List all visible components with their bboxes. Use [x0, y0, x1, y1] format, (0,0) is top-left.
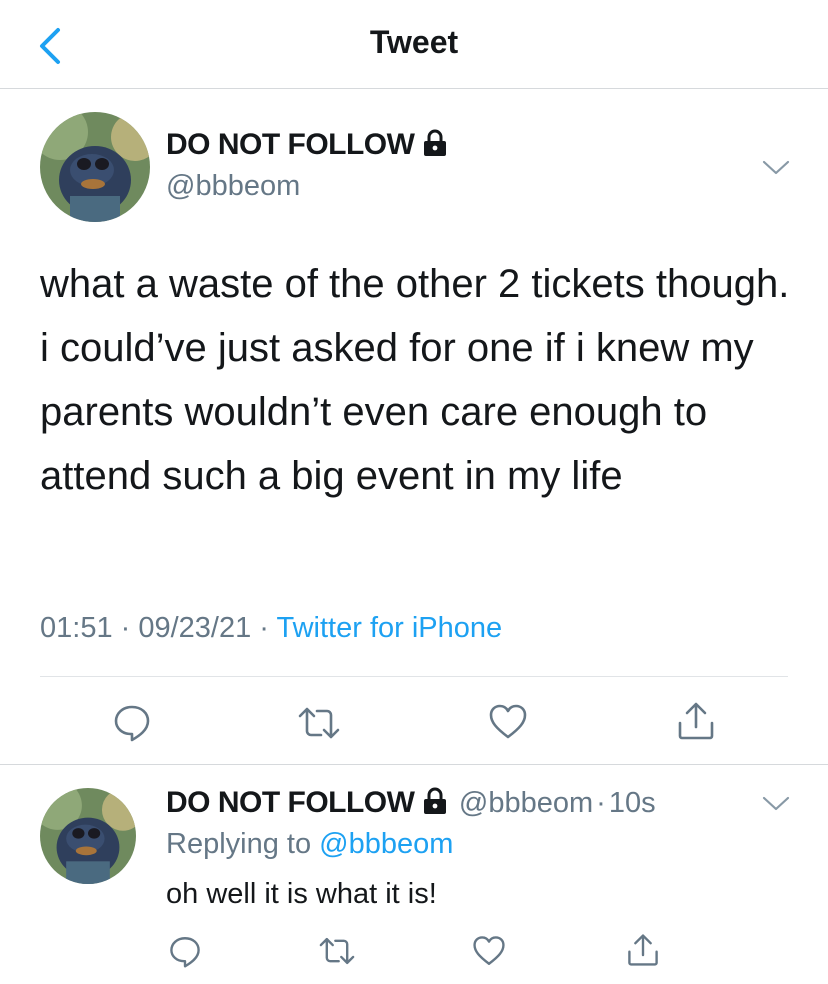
user-handle[interactable]: @bbbeom: [166, 170, 300, 203]
share-icon[interactable]: [676, 700, 716, 742]
tweet-time: 10s: [608, 787, 656, 819]
chevron-down-icon[interactable]: [762, 160, 790, 176]
page-title: Tweet: [369, 24, 459, 60]
retweet-icon[interactable]: [318, 934, 356, 968]
tweet-source-link[interactable]: Twitter for iPhone: [277, 612, 503, 644]
share-icon[interactable]: [626, 932, 660, 968]
tweet-time: 01:51: [40, 612, 113, 644]
reply-icon[interactable]: [168, 934, 202, 968]
retweet-icon[interactable]: [297, 703, 341, 743]
reply-header: DO NOT FOLLOW @bbbeom · 10s: [166, 786, 656, 819]
tweet-text: what a waste of the other 2 tickets thou…: [40, 262, 790, 498]
display-name[interactable]: DO NOT FOLLOW: [166, 786, 415, 819]
replying-to: Replying to @bbbeom: [166, 828, 454, 860]
tweet-meta: 01:51 · 09/23/21 · Twitter for iPhone: [40, 612, 503, 644]
lock-icon: [424, 787, 447, 814]
divider: [0, 764, 828, 765]
divider: [40, 676, 788, 677]
like-icon[interactable]: [488, 702, 528, 742]
reply-icon[interactable]: [112, 702, 152, 742]
like-icon[interactable]: [472, 934, 506, 968]
display-name[interactable]: DO NOT FOLLOW: [166, 128, 448, 162]
tweet-date: 09/23/21: [138, 612, 252, 644]
tweet-text: oh well it is what it is!: [166, 878, 437, 910]
avatar[interactable]: [40, 788, 136, 884]
chevron-down-icon[interactable]: [762, 796, 790, 812]
user-handle[interactable]: @bbbeom: [459, 787, 593, 819]
avatar[interactable]: [40, 112, 150, 222]
lock-icon: [424, 129, 447, 156]
replying-to-link[interactable]: @bbbeom: [319, 828, 453, 860]
